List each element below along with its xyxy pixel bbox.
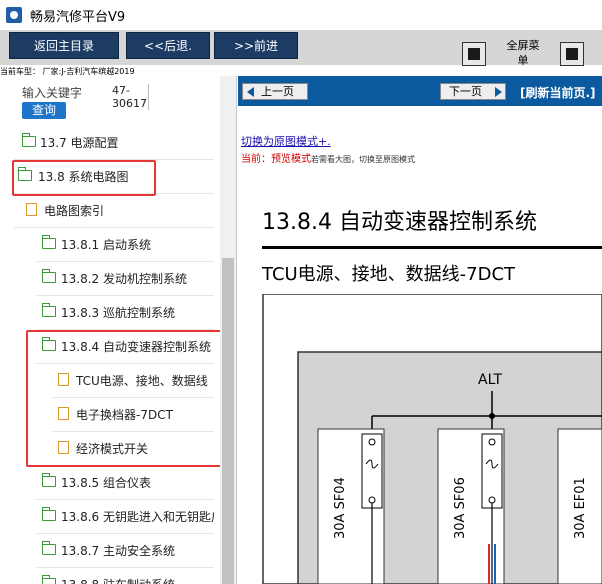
fuse1-label: 30A SF04 xyxy=(333,477,348,539)
forward-button[interactable]: >>前进 xyxy=(214,32,298,59)
folder-icon xyxy=(42,303,56,317)
tree-item-label: 13.8.6 无钥匙进入和无钥匙启动 xyxy=(61,510,214,524)
tree-item-13-8-5[interactable]: 13.8.5 组合仪表 xyxy=(36,466,214,500)
window-title: 畅易汽修平台V9 xyxy=(30,10,126,25)
tree-item-13-8-3[interactable]: 13.8.3 巡航控制系统 xyxy=(36,296,214,330)
tree-item-13-8-2[interactable]: 13.8.2 发动机控制系统 xyxy=(36,262,214,296)
highlight-box-13-8 xyxy=(12,160,156,196)
tree-item-circuit-index[interactable]: 电路图索引 xyxy=(14,194,214,228)
tree-item-label: 13.8.3 巡航控制系统 xyxy=(61,306,175,320)
folder-icon xyxy=(42,235,56,249)
tree-item-label: 电路图索引 xyxy=(44,204,105,218)
query-button[interactable]: 查询 xyxy=(22,102,66,119)
page-nav-bar: 上一页 下一页 [刷新当前页.] xyxy=(238,76,602,106)
next-page-label: 下一页 xyxy=(449,85,482,98)
tree-item-label: 13.7 电源配置 xyxy=(40,136,119,150)
fuse3-label: 30A EF01 xyxy=(573,477,588,539)
highlight-box-13-8-4 xyxy=(26,330,236,467)
tree-item-13-7[interactable]: 13.7 电源配置 xyxy=(14,126,214,160)
folder-icon xyxy=(42,269,56,283)
document-icon xyxy=(26,203,37,216)
fuse1-terminal-top xyxy=(368,438,376,446)
wiring-diagram: ALT 30A SF04 30A SF06 30A EF01 xyxy=(262,294,602,584)
tree-item-13-8-7[interactable]: 13.8.7 主动安全系统 xyxy=(36,534,214,568)
search-area: 输入关键字 47-30617 查询 xyxy=(0,76,236,124)
catalog-panel: 输入关键字 47-30617 查询 13.7 电源配置 13.8 系统电路图 电… xyxy=(0,76,237,584)
fuse2-terminal-top xyxy=(488,438,496,446)
prev-page-button[interactable]: 上一页 xyxy=(242,83,308,100)
content-panel: 上一页 下一页 [刷新当前页.] 切换为原图模式+. 当前：预览模式若需看大图，… xyxy=(238,76,602,584)
folder-icon xyxy=(42,575,56,584)
tree-item-label: 13.8.5 组合仪表 xyxy=(61,476,151,490)
tree-item-label: 13.8.7 主动安全系统 xyxy=(61,544,175,558)
layout-toggle-icon[interactable] xyxy=(462,42,486,66)
junction-dot xyxy=(489,413,495,419)
fuse2-label: 30A SF06 xyxy=(453,477,468,539)
arrow-right-icon xyxy=(495,87,502,97)
tree-item-13-8-1[interactable]: 13.8.1 启动系统 xyxy=(36,228,214,262)
folder-icon xyxy=(42,507,56,521)
folder-icon xyxy=(42,541,56,555)
heading-rule xyxy=(262,246,602,249)
back-home-button[interactable]: 返回主目录 xyxy=(9,32,119,59)
app-logo-icon xyxy=(6,7,22,23)
fuse2-terminal-bottom xyxy=(488,496,496,504)
back-button[interactable]: <<后退. xyxy=(126,32,210,59)
expand-frame-icon[interactable] xyxy=(560,42,584,66)
document-heading: 13.8.4 自动变速器控制系统 xyxy=(262,210,537,235)
current-prefix: 当前： xyxy=(241,154,271,165)
fullscreen-menu-label[interactable]: 全屏菜单 xyxy=(506,38,540,68)
next-page-button[interactable]: 下一页 xyxy=(440,83,506,100)
tree-item-13-8-6[interactable]: 13.8.6 无钥匙进入和无钥匙启动 xyxy=(36,500,214,534)
search-label: 输入关键字 xyxy=(22,86,83,100)
tree-item-label: 13.8.2 发动机控制系统 xyxy=(61,272,187,286)
document-subheading: TCU电源、接地、数据线-7DCT xyxy=(262,264,516,285)
title-bar: 畅易汽修平台V9 xyxy=(0,0,602,31)
refresh-link[interactable]: [刷新当前页.] xyxy=(520,84,596,101)
switch-mode-link[interactable]: 切换为原图模式+. xyxy=(241,133,331,149)
tree-scrollbar-thumb[interactable] xyxy=(222,258,234,584)
tree-item-label: 13.8.8 驻车制动系统 xyxy=(61,576,175,584)
fuse1-terminal-bottom xyxy=(368,496,376,504)
tree-item-13-8-8[interactable]: 13.8.8 驻车制动系统 xyxy=(36,568,214,584)
folder-icon xyxy=(22,133,36,147)
alt-label: ALT xyxy=(478,372,502,388)
current-hint: 若需看大图，切换至原图模式 xyxy=(311,155,415,164)
arrow-left-icon xyxy=(247,87,254,97)
folder-icon xyxy=(42,473,56,487)
prev-page-label: 上一页 xyxy=(261,85,294,98)
search-input[interactable]: 47-30617 xyxy=(112,84,149,110)
tree-item-label: 13.8.1 启动系统 xyxy=(61,238,151,252)
current-mode: 预览模式 xyxy=(271,154,311,165)
current-mode-line: 当前：预览模式若需看大图，切换至原图模式 xyxy=(241,150,415,165)
